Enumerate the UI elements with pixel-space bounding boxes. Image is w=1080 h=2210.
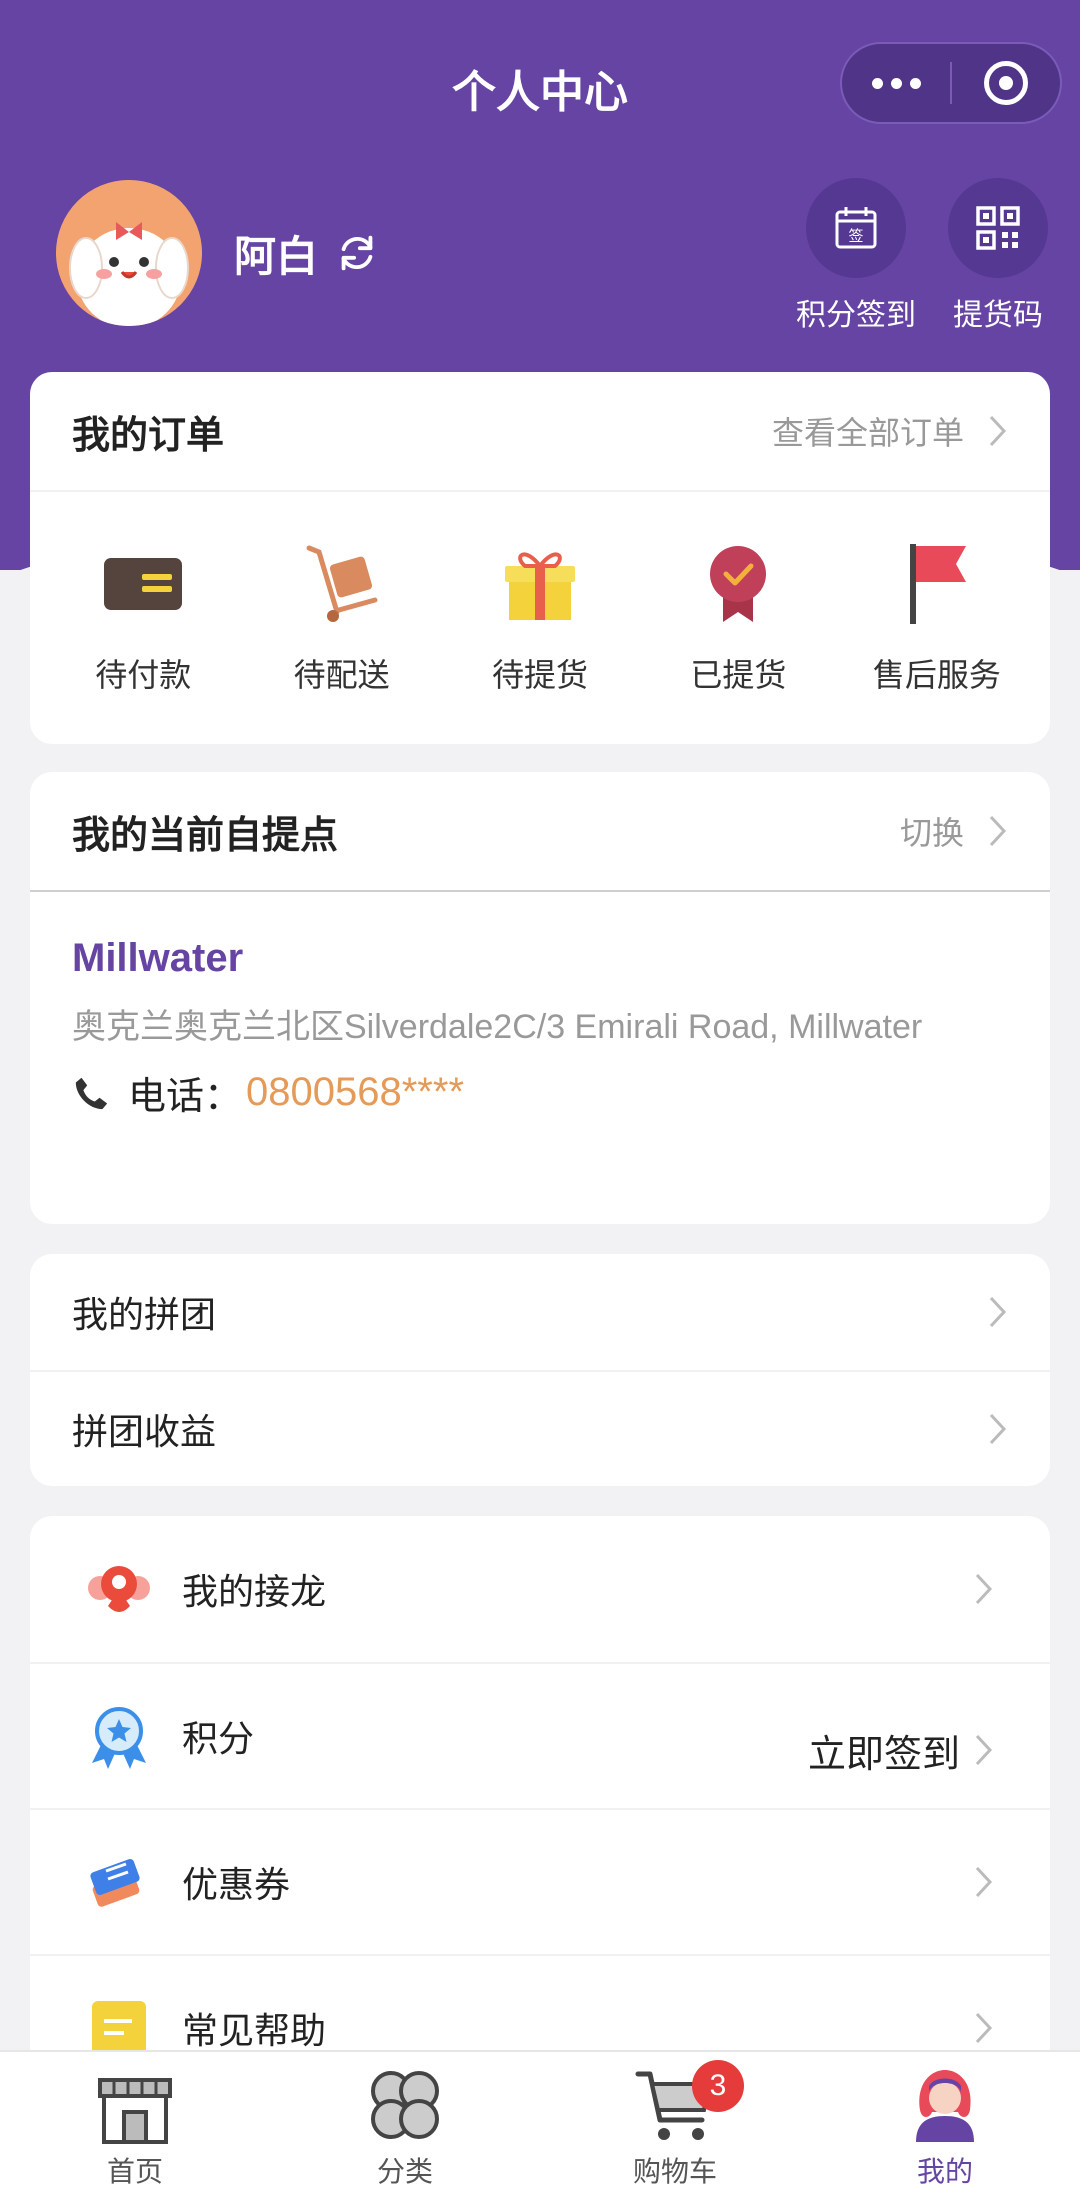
my-chain-row[interactable]: 我的接龙 xyxy=(30,1516,1050,1662)
row-label: 优惠券 xyxy=(182,1864,291,1905)
switch-pickup-link[interactable]: 切换 xyxy=(900,808,1008,854)
close-mini-program-icon[interactable] xyxy=(952,44,1060,122)
order-pending-pickup[interactable]: 待提货 xyxy=(441,492,639,742)
flag-icon xyxy=(909,544,966,624)
gift-icon xyxy=(505,552,576,620)
calendar-sign-icon: 签 xyxy=(835,207,877,249)
tab-label: 分类 xyxy=(376,2156,433,2187)
pickup-code-label: 提货码 xyxy=(953,299,1043,332)
points-row[interactable]: 积分 立即签到 xyxy=(30,1662,1050,1808)
more-options-icon[interactable] xyxy=(842,44,950,122)
view-all-orders-label: 查看全部订单 xyxy=(771,415,964,451)
title-bar: 个人中心 xyxy=(0,0,1080,170)
avatar[interactable] xyxy=(56,180,202,326)
chevron-right-icon xyxy=(989,415,1007,447)
order-item-label: 售后服务 xyxy=(872,657,1001,693)
chain-icon xyxy=(88,1566,150,1612)
chevron-right-icon xyxy=(975,1866,993,1898)
tab-category[interactable]: 分类 xyxy=(270,2052,540,2210)
order-item-label: 待配送 xyxy=(293,657,390,693)
order-item-label: 待提货 xyxy=(492,657,589,693)
pickup-point-card: 我的当前自提点 切换 Millwater 奥克兰奥克兰北区Silverdale2… xyxy=(30,772,1050,1224)
points-sign-in-label: 积分签到 xyxy=(796,299,916,332)
coupon-icon xyxy=(90,1858,140,1907)
chevron-right-icon xyxy=(975,1734,993,1766)
orders-header: 我的订单 查看全部订单 xyxy=(30,372,1050,492)
svg-text:签: 签 xyxy=(848,227,863,245)
chevron-right-icon xyxy=(975,2012,993,2044)
mini-program-capsule xyxy=(840,42,1062,124)
tab-label: 我的 xyxy=(916,2156,973,2187)
store-name: Millwater xyxy=(72,936,244,980)
qr-code-icon xyxy=(976,206,1020,250)
store-address: 奥克兰奥克兰北区Silverdale2C/3 Emirali Road, Mil… xyxy=(72,1008,923,1046)
sign-in-now-link[interactable]: 立即签到 xyxy=(808,1723,960,1778)
points-sign-in-button[interactable]: 签 积分签到 xyxy=(796,178,916,334)
group-buy-earnings-row[interactable]: 拼团收益 xyxy=(30,1370,1050,1486)
category-icon xyxy=(371,2071,439,2139)
cart-count-badge: 3 xyxy=(692,2060,744,2112)
pickup-header: 我的当前自提点 切换 xyxy=(30,772,1050,892)
switch-label: 切换 xyxy=(899,815,964,851)
order-pending-payment[interactable]: 待付款 xyxy=(44,492,242,742)
row-label: 我的接龙 xyxy=(182,1571,327,1612)
bottom-tab-bar: 首页 分类 3 购物车 我的 xyxy=(0,2050,1080,2210)
order-status-row: 待付款 待配送 待提货 已提货 售后服务 xyxy=(30,492,1050,742)
my-orders-card: 我的订单 查看全部订单 待付款 待配送 待提货 已提货 售后服务 xyxy=(30,372,1050,744)
phone-line: 电话： 0800568**** xyxy=(72,1065,1008,1120)
orders-title: 我的订单 xyxy=(72,414,225,457)
medal-icon xyxy=(710,546,767,622)
chevron-right-icon xyxy=(989,1413,1007,1445)
order-pending-delivery[interactable]: 待配送 xyxy=(242,492,440,742)
phone-icon xyxy=(75,1077,108,1109)
user-avatar-icon xyxy=(916,2070,974,2142)
order-picked-up[interactable]: 已提货 xyxy=(639,492,837,742)
order-item-label: 待付款 xyxy=(95,657,192,693)
refresh-icon[interactable] xyxy=(334,230,380,276)
row-label: 积分 xyxy=(182,1718,255,1759)
username: 阿白 xyxy=(234,232,319,280)
pickup-details: Millwater 奥克兰奥克兰北区Silverdale2C/3 Emirali… xyxy=(30,892,1050,1120)
pickup-code-button[interactable]: 提货码 xyxy=(948,178,1048,334)
my-group-buy-row[interactable]: 我的拼团 xyxy=(30,1254,1050,1370)
points-badge-icon xyxy=(92,1707,146,1769)
chevron-right-icon xyxy=(975,1573,993,1605)
chevron-right-icon xyxy=(989,815,1007,847)
coupons-row[interactable]: 优惠券 xyxy=(30,1808,1050,1954)
group-buy-card: 我的拼团 拼团收益 xyxy=(30,1254,1050,1486)
chevron-right-icon xyxy=(989,1296,1007,1328)
user-profile: 阿白 xyxy=(56,180,380,326)
row-label: 我的拼团 xyxy=(72,1294,217,1335)
tab-mine[interactable]: 我的 xyxy=(810,2052,1080,2210)
pickup-title: 我的当前自提点 xyxy=(72,814,339,857)
tab-label: 首页 xyxy=(106,2156,163,2187)
order-after-sales[interactable]: 售后服务 xyxy=(838,492,1036,742)
row-label: 常见帮助 xyxy=(182,2010,327,2051)
store-icon xyxy=(98,2078,172,2144)
card-icon xyxy=(104,558,183,610)
phone-number[interactable]: 0800568**** xyxy=(246,1070,464,1115)
hand-truck-icon xyxy=(306,545,378,622)
tab-home[interactable]: 首页 xyxy=(0,2052,270,2210)
tab-label: 购物车 xyxy=(632,2156,717,2187)
order-item-label: 已提货 xyxy=(690,657,787,693)
phone-label: 电话： xyxy=(128,1076,243,1118)
view-all-orders-link[interactable]: 查看全部订单 xyxy=(772,408,1008,454)
tab-cart[interactable]: 3 购物车 xyxy=(540,2052,810,2210)
row-label: 拼团收益 xyxy=(72,1411,217,1452)
